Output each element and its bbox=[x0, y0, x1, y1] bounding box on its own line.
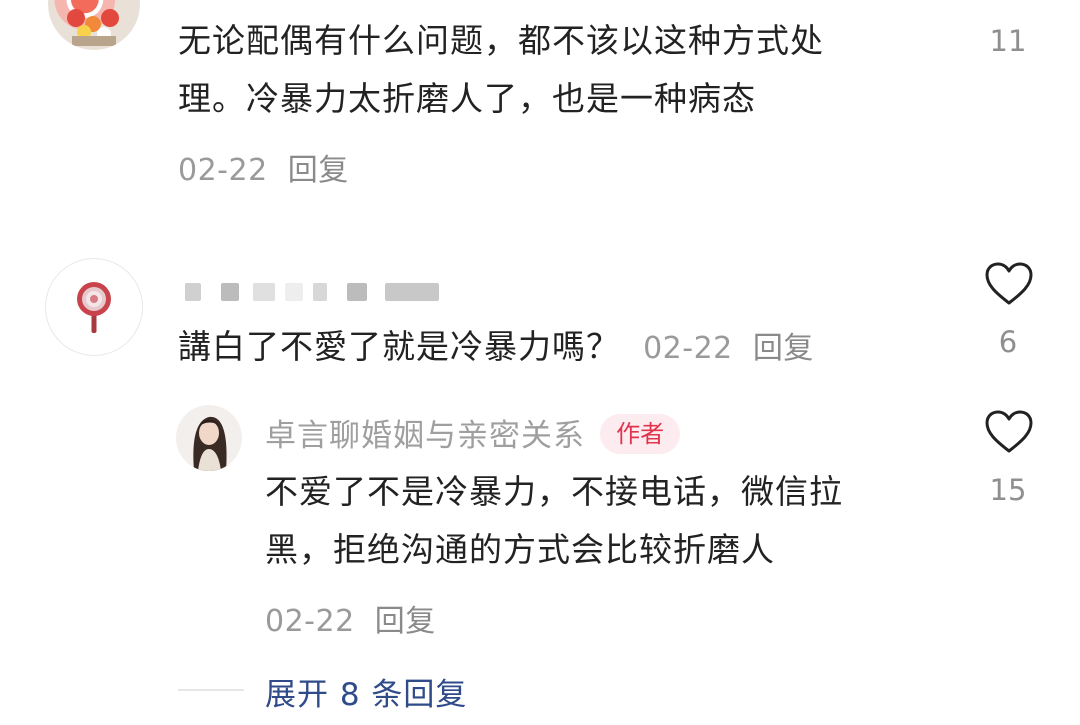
username-blurred[interactable] bbox=[185, 283, 445, 301]
comment-meta: 02-22 回复 bbox=[178, 145, 349, 189]
heart-outline-icon bbox=[985, 0, 1035, 12]
comment-text-line: 理。冷暴力太折磨人了，也是一种病态 bbox=[178, 79, 756, 118]
reply-meta: 02-22 回复 bbox=[265, 596, 436, 640]
like-count: 6 bbox=[998, 325, 1018, 359]
like-count: 15 bbox=[989, 473, 1027, 507]
author-username[interactable]: 卓言聊婚姻与亲密关系 bbox=[265, 418, 585, 454]
heart-outline-icon bbox=[985, 410, 1033, 453]
avatar[interactable] bbox=[48, 0, 140, 50]
heart-outline-icon bbox=[985, 262, 1033, 305]
like-count: 11 bbox=[989, 24, 1027, 58]
comment-row: 講白了不愛了就是冷暴力嗎？ 02-22 回复 bbox=[178, 318, 814, 376]
expand-replies-button[interactable]: 展开 8 条回复 bbox=[265, 669, 467, 714]
author-badge: 作者 bbox=[600, 414, 681, 454]
reply-button[interactable]: 回复 bbox=[753, 331, 814, 366]
reply-button[interactable]: 回复 bbox=[288, 153, 349, 188]
like-button[interactable] bbox=[985, 0, 1035, 12]
comment-text: 講白了不愛了就是冷暴力嗎？ bbox=[178, 327, 620, 366]
reply-date: 02-22 bbox=[265, 604, 355, 639]
comment-meta: 02-22 回复 bbox=[643, 331, 814, 366]
expand-divider bbox=[178, 689, 244, 691]
reply-text-line: 不爱了不是冷暴力，不接电话，微信拉 bbox=[265, 472, 843, 511]
comment-date: 02-22 bbox=[643, 331, 733, 366]
like-button[interactable] bbox=[984, 262, 1034, 308]
avatar[interactable] bbox=[45, 258, 143, 356]
reply-header: 卓言聊婚姻与亲密关系 作者 bbox=[265, 410, 681, 455]
reply-text: 不爱了不是冷暴力，不接电话，微信拉 黑，拒绝沟通的方式会比较折磨人 bbox=[265, 463, 955, 579]
comment-date: 02-22 bbox=[178, 153, 268, 188]
comment-text: 无论配偶有什么问题，都不该以这种方式处 理。冷暴力太折磨人了，也是一种病态 bbox=[178, 12, 938, 128]
avatar[interactable] bbox=[176, 405, 242, 471]
reply-button[interactable]: 回复 bbox=[375, 604, 436, 639]
like-button[interactable] bbox=[984, 410, 1034, 456]
comment-text-line: 无论配偶有什么问题，都不该以这种方式处 bbox=[178, 21, 824, 60]
reply-text-line: 黑，拒绝沟通的方式会比较折磨人 bbox=[265, 530, 775, 569]
